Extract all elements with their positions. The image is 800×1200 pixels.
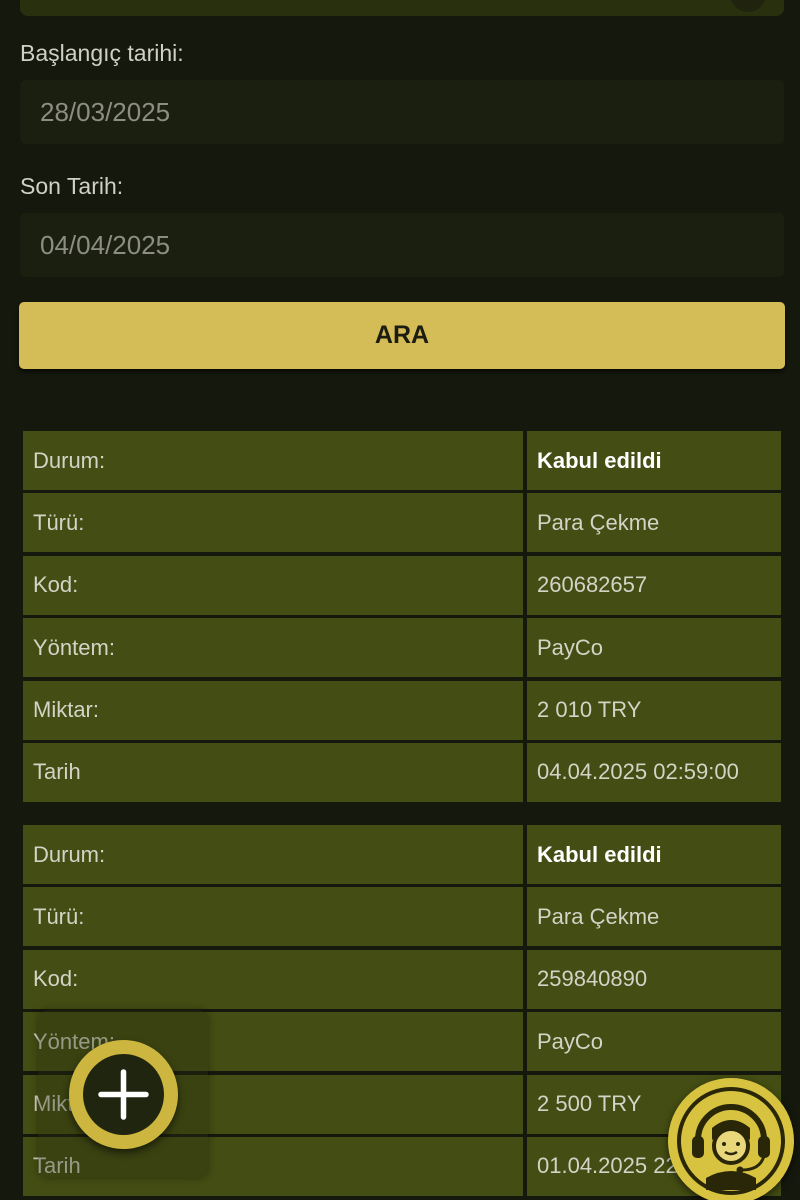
transaction-history-page: Başlangıç tarihi: 28/03/2025 Son Tarih: … bbox=[0, 0, 800, 1200]
filter-select[interactable] bbox=[20, 0, 784, 16]
start-date-input[interactable]: 28/03/2025 bbox=[20, 80, 784, 144]
start-date-label: Başlangıç tarihi: bbox=[20, 40, 184, 66]
status-value: Kabul edildi bbox=[527, 431, 781, 490]
type-label: Türü: bbox=[23, 887, 523, 947]
status-row: Durum: Kabul edildi bbox=[23, 431, 781, 490]
type-row: Türü: Para Çekme bbox=[23, 493, 781, 553]
end-date-label: Son Tarih: bbox=[20, 173, 124, 199]
fab-inner-circle bbox=[83, 1054, 164, 1135]
date-label: Tarih bbox=[23, 742, 523, 802]
code-value: 259840890 bbox=[527, 949, 781, 1009]
method-value: PayCo bbox=[527, 1012, 781, 1072]
status-value: Kabul edildi bbox=[527, 825, 781, 884]
amount-value: 2 010 TRY bbox=[527, 680, 781, 740]
chevron-down-icon bbox=[730, 0, 766, 12]
method-value: PayCo bbox=[527, 618, 781, 678]
end-date-value: 04/04/2025 bbox=[40, 229, 171, 260]
method-label: Yöntem: bbox=[23, 618, 523, 678]
transaction-card: Durum: Kabul edildi Türü: Para Çekme Kod… bbox=[23, 431, 781, 805]
code-row: Kod: 260682657 bbox=[23, 555, 781, 615]
status-row: Durum: Kabul edildi bbox=[23, 825, 781, 884]
status-label: Durum: bbox=[23, 825, 523, 884]
amount-row: Miktar: 2 010 TRY bbox=[23, 680, 781, 740]
add-fab-button[interactable] bbox=[69, 1040, 178, 1149]
search-button[interactable]: ARA bbox=[19, 302, 785, 369]
code-value: 260682657 bbox=[527, 555, 781, 615]
amount-label: Miktar: bbox=[23, 680, 523, 740]
status-label: Durum: bbox=[23, 431, 523, 490]
plus-icon bbox=[98, 1069, 149, 1120]
type-label: Türü: bbox=[23, 493, 523, 553]
type-row: Türü: Para Çekme bbox=[23, 887, 781, 947]
type-value: Para Çekme bbox=[527, 493, 781, 553]
date-row: Tarih 04.04.2025 02:59:00 bbox=[23, 742, 781, 802]
code-label: Kod: bbox=[23, 555, 523, 615]
code-row: Kod: 259840890 bbox=[23, 949, 781, 1009]
method-row: Yöntem: PayCo bbox=[23, 618, 781, 678]
search-button-label: ARA bbox=[374, 321, 430, 349]
live-support-button[interactable] bbox=[668, 1078, 794, 1200]
date-value: 04.04.2025 02:59:00 bbox=[527, 742, 781, 802]
start-date-value: 28/03/2025 bbox=[40, 96, 171, 127]
end-date-input[interactable]: 04/04/2025 bbox=[20, 213, 784, 277]
type-value: Para Çekme bbox=[527, 887, 781, 947]
headset-icon bbox=[677, 1087, 785, 1195]
code-label: Kod: bbox=[23, 949, 523, 1009]
